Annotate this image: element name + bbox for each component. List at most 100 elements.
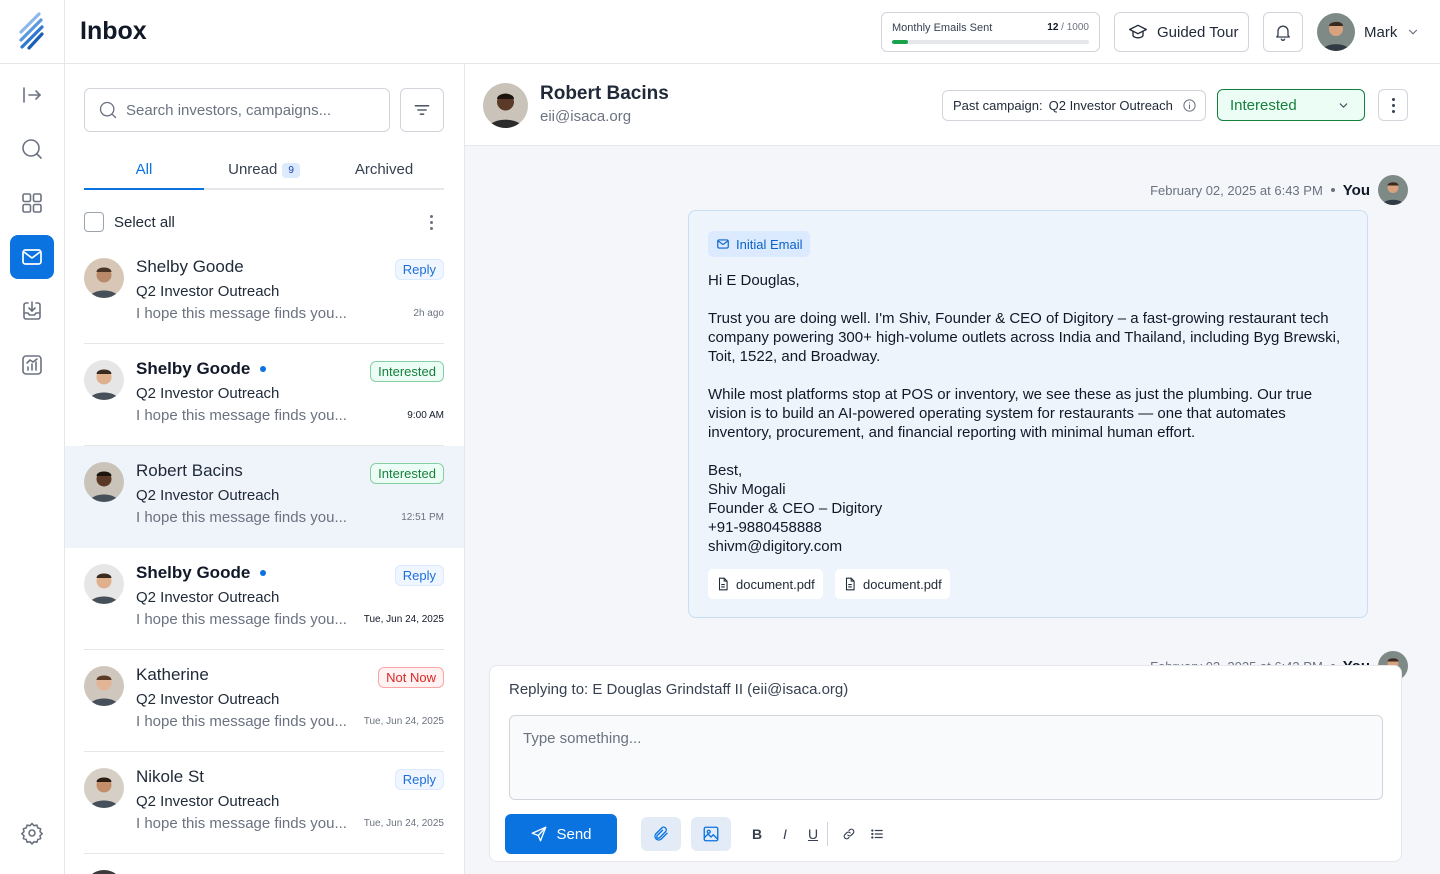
list-item[interactable]: Shelby Goode Q2 Investor Outreach I hope t… — [65, 344, 464, 446]
attachment-name: document.pdf — [863, 576, 942, 592]
attachment-chip[interactable]: document.pdf — [708, 569, 823, 599]
user-name: Mark — [1364, 23, 1398, 41]
conversation-options-button[interactable] — [1378, 89, 1408, 121]
tab-all-label: All — [135, 161, 153, 178]
past-campaign-value: Q2 Investor Outreach — [1048, 98, 1173, 113]
list-item[interactable]: Shelby Goode Q2 Investor Outreach I hope t… — [65, 242, 464, 344]
contact-avatar — [84, 564, 124, 604]
send-icon — [532, 826, 547, 842]
sender-avatar — [1378, 175, 1408, 205]
search-input[interactable] — [126, 101, 366, 119]
tab-unread[interactable]: Unread 9 — [204, 156, 324, 188]
search-icon — [22, 139, 42, 159]
attachment-name: document.pdf — [736, 576, 815, 592]
top-header: Inbox Monthly Emails Sent 12 / 1000 Guid… — [65, 0, 1440, 64]
quota-progress-fill — [892, 40, 908, 44]
past-campaign-chip[interactable]: Past campaign: Q2 Investor Outreach — [942, 90, 1206, 121]
select-all-checkbox[interactable] — [84, 212, 104, 232]
conversation-list-pane: All Unread 9 Archived Select all Shelby G… — [65, 64, 465, 874]
sidebar-item-search[interactable] — [10, 127, 54, 171]
list-item[interactable]: Nikole St Q2 Investor Outreach I hope this… — [65, 752, 464, 854]
attachment-chip[interactable]: document.pdf — [835, 569, 950, 599]
underline-button[interactable]: U — [803, 824, 823, 844]
message-sender: You — [1342, 181, 1370, 199]
tab-all[interactable]: All — [84, 156, 204, 190]
list-item[interactable]: Robert Bacins Q2 Investor Outreach I hope … — [65, 446, 464, 548]
monthly-quota-widget: Monthly Emails Sent 12 / 1000 — [881, 12, 1100, 52]
attach-file-button[interactable] — [641, 817, 681, 851]
row-name-wrap: Shelby Goode — [136, 257, 244, 277]
contact-avatar — [84, 462, 124, 502]
contact-name: Shelby Goode — [136, 563, 251, 582]
graduation-cap-icon — [1129, 24, 1147, 39]
analytics-icon — [22, 355, 42, 375]
italic-button[interactable]: I — [775, 824, 795, 844]
row-name-wrap: Shelby Goode — [136, 563, 267, 583]
insert-image-button[interactable] — [691, 817, 731, 851]
brand-logo[interactable] — [17, 12, 47, 50]
list-item[interactable]: Shelby Goode Q2 Investor Outreach I hope t… — [65, 548, 464, 650]
inbox-tabs: All Unread 9 Archived — [84, 156, 444, 190]
sidebar-item-settings[interactable] — [10, 811, 54, 855]
guided-tour-label: Guided Tour — [1157, 23, 1239, 41]
quota-total: / 1000 — [1058, 22, 1089, 33]
contact-avatar — [84, 666, 124, 706]
tab-archived[interactable]: Archived — [324, 156, 444, 188]
campaign-name: Q2 Investor Outreach — [136, 589, 280, 606]
sidebar-item-inbox[interactable] — [10, 235, 54, 279]
reply-textarea[interactable] — [509, 715, 1383, 800]
toolbar-divider — [827, 822, 828, 846]
sidebar-item-imports[interactable] — [10, 289, 54, 333]
message-type-tag: Initial Email — [708, 231, 811, 257]
user-menu[interactable]: Mark — [1317, 12, 1420, 52]
search-icon — [99, 101, 117, 119]
gear-icon — [21, 822, 43, 845]
message-time: February 02, 2025 at 6:43 PM — [1150, 182, 1323, 198]
search-box — [84, 88, 390, 132]
list-item[interactable]: Katherine Q2 Investor Outreach I hope this… — [65, 650, 464, 752]
bell-icon — [1276, 25, 1290, 41]
guided-tour-button[interactable]: Guided Tour — [1114, 12, 1249, 52]
filter-icon — [414, 105, 430, 115]
sidebar — [0, 0, 65, 874]
campaign-name: Q2 Investor Outreach — [136, 691, 280, 708]
past-campaign-label: Past campaign: — [953, 98, 1043, 113]
message-time: Tue, Jun 24, 2025 — [363, 716, 444, 727]
unread-dot — [260, 570, 267, 576]
mail-icon — [22, 249, 42, 265]
status-value: Interested — [1230, 96, 1297, 114]
message-snippet: I hope this message finds you... — [136, 407, 347, 424]
link-button[interactable] — [839, 824, 859, 844]
contact-name: Robert Bacins — [540, 83, 669, 104]
sidebar-item-analytics[interactable] — [10, 343, 54, 387]
meta-separator — [1330, 188, 1335, 192]
contact-avatar — [483, 83, 528, 128]
send-button[interactable]: Send — [505, 814, 617, 854]
row-name-wrap: Katherine — [136, 665, 209, 685]
select-all[interactable]: Select all — [84, 212, 175, 232]
paperclip-icon — [654, 826, 668, 841]
contact-name: Katherine — [136, 665, 209, 684]
message-snippet: I hope this message finds you... — [136, 305, 347, 322]
inbox-app: Inbox Monthly Emails Sent 12 / 1000 Guid… — [0, 0, 1440, 874]
contact-name: Shelby Goode — [136, 359, 251, 378]
link-icon — [843, 828, 855, 840]
chevron-down-icon — [1339, 102, 1348, 108]
list-options-button[interactable] — [423, 212, 439, 232]
contact-name: Nikole St — [136, 767, 205, 786]
campaign-name: Q2 Investor Outreach — [136, 487, 280, 504]
bold-button[interactable]: B — [747, 824, 767, 844]
message-bubble: Initial Email Hi E Douglas, Trust you ar… — [688, 210, 1368, 618]
info-icon[interactable] — [1182, 98, 1197, 113]
message-time: Tue, Jun 24, 2025 — [363, 614, 444, 625]
sidebar-item-dashboard[interactable] — [10, 181, 54, 225]
message-body: Hi E Douglas, Trust you are doing well. … — [708, 272, 1341, 555]
unread-count-badge: 9 — [282, 163, 300, 178]
bullet-list-button[interactable] — [867, 824, 887, 844]
quota-progress-bar — [892, 40, 1089, 44]
unread-dot — [260, 366, 267, 372]
filter-button[interactable] — [400, 88, 444, 132]
status-dropdown[interactable]: Interested — [1217, 89, 1365, 121]
notifications-button[interactable] — [1263, 12, 1303, 52]
sidebar-item-collapse[interactable] — [10, 73, 54, 117]
